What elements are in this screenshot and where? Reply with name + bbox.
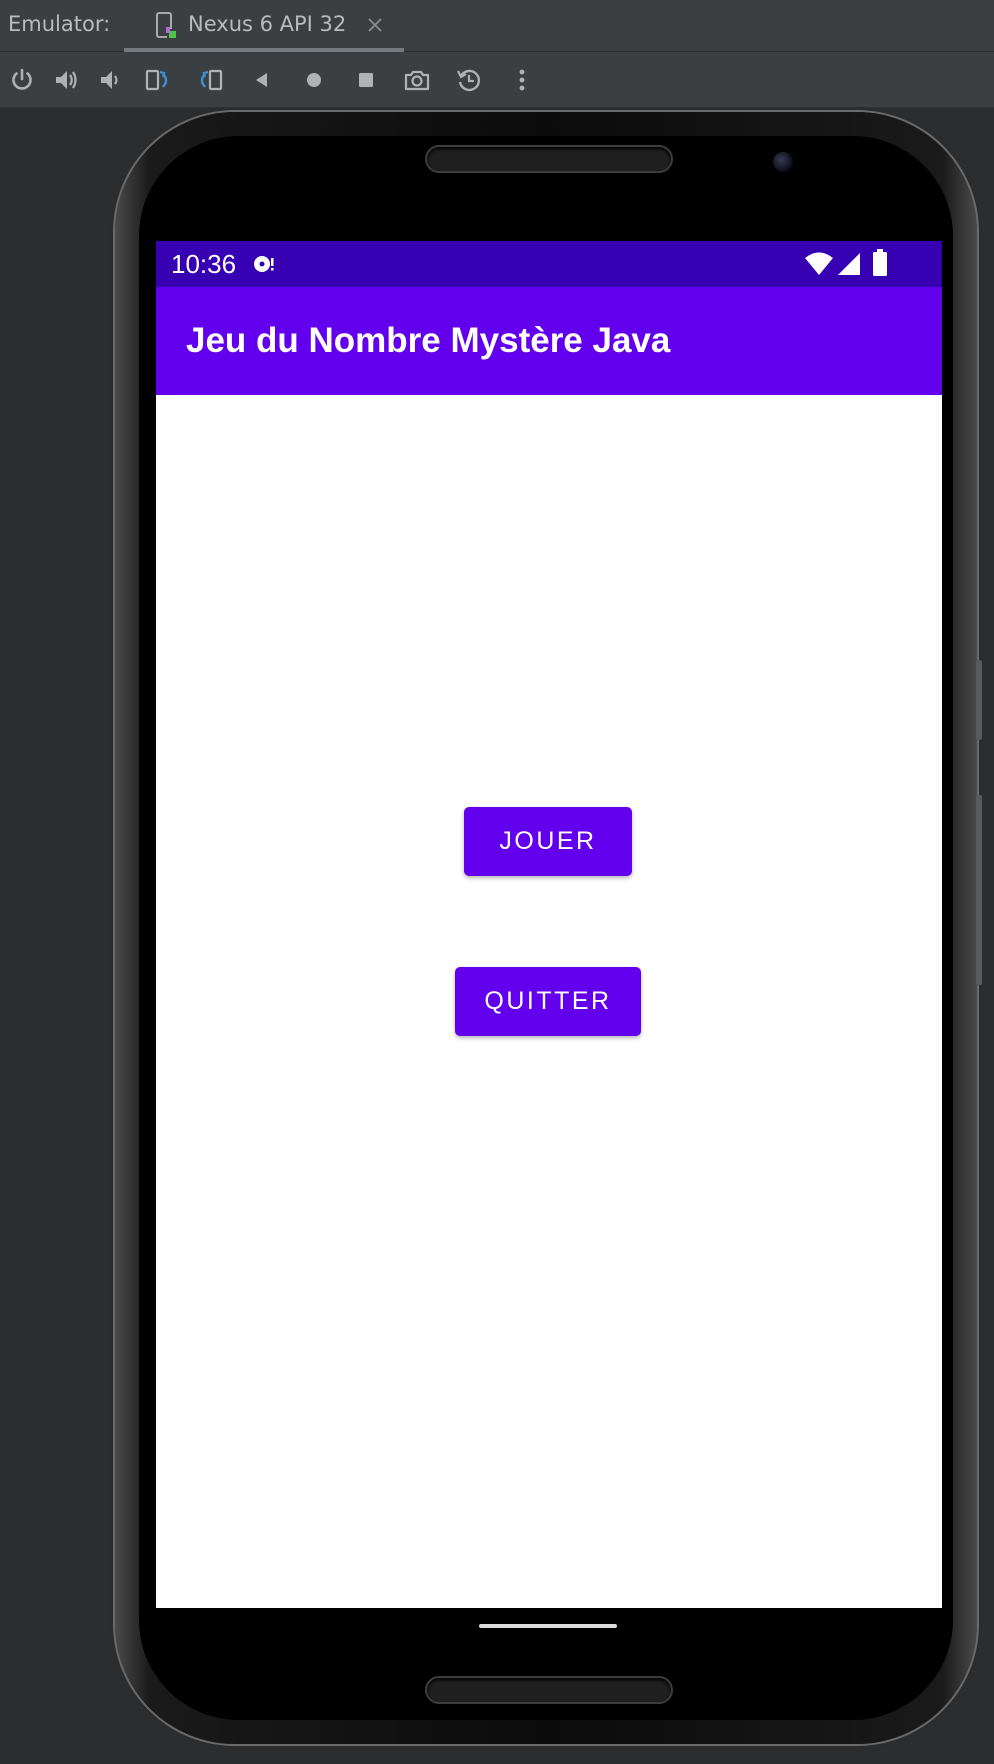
signal-icon [836,251,862,277]
power-icon[interactable] [6,64,38,96]
device-icon [154,12,178,40]
volume-side-button[interactable] [976,795,982,985]
power-side-button[interactable] [976,660,982,740]
tab-label: Nexus 6 API 32 [188,12,347,36]
volume-down-icon[interactable] [94,64,126,96]
bottom-speaker [425,1676,673,1704]
front-camera-icon [773,152,793,172]
app-title: Jeu du Nombre Mystère Java [186,321,671,360]
close-icon[interactable] [366,16,384,34]
more-icon[interactable] [506,64,538,96]
top-speaker [425,145,673,173]
status-time: 10:36 [171,249,237,279]
home-icon[interactable] [298,64,330,96]
emulator-tab-bar: Emulator: Nexus 6 API 32 [0,0,994,52]
home-gesture-handle[interactable] [479,1624,617,1628]
emulator-label: Emulator: [8,12,111,36]
rotate-right-icon[interactable] [194,64,226,96]
gesture-navigation-bar [156,1608,942,1638]
snapshot-restore-icon[interactable] [453,64,485,96]
tab-device[interactable]: Nexus 6 API 32 [124,0,404,52]
app-bar: Jeu du Nombre Mystère Java [156,287,942,395]
battery-icon [872,249,888,277]
notification-icon [250,251,276,277]
wifi-icon [804,251,834,277]
device-screen: 10:36 Jeu du Nombre Mystère Java JOUER Q… [156,241,942,1608]
play-button[interactable]: JOUER [464,807,632,876]
back-icon[interactable] [246,64,278,96]
rotate-left-icon[interactable] [142,64,174,96]
emulator-toolbar [0,52,994,108]
status-bar: 10:36 [156,241,942,287]
overview-icon[interactable] [350,64,382,96]
quit-button[interactable]: QUITTER [455,967,641,1036]
volume-up-icon[interactable] [50,64,82,96]
main-content: JOUER QUITTER [156,395,942,1608]
screenshot-icon[interactable] [401,64,433,96]
